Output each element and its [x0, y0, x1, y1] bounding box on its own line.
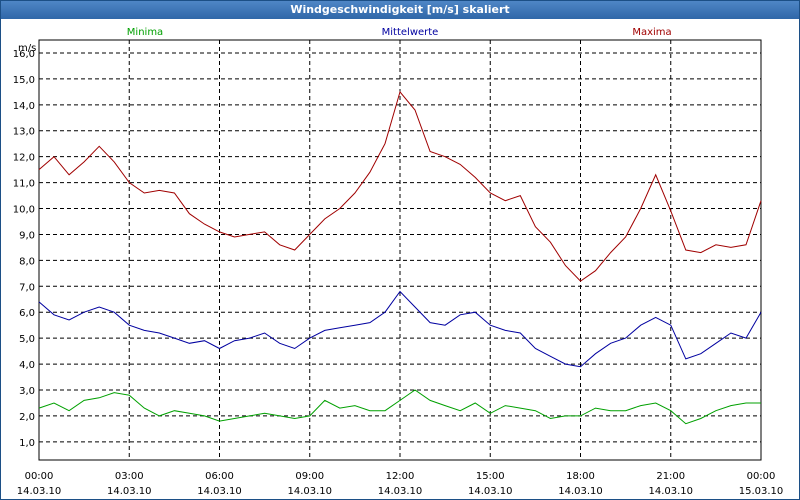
legend-mittelwerte: Mittelwerte — [382, 27, 439, 38]
legend-minima: Minima — [127, 27, 163, 38]
x-tick-time: 06:00 — [205, 471, 234, 482]
x-tick-date: 14.03.10 — [287, 486, 332, 497]
x-tick-date: 14.03.10 — [197, 486, 242, 497]
y-axis: 1,0 2,0 3,0 4,0 5,0 6,0 7,0 8,0 9,0 10,0 11,0 12,0 1… — [13, 49, 35, 449]
x-tick-time: 15:00 — [476, 471, 505, 482]
y-tick-label: 2,0 — [19, 412, 35, 423]
x-tick-date: 14.03.10 — [378, 486, 423, 497]
x-tick-date: 15.03.10 — [739, 486, 784, 497]
x-tick-time: 00:00 — [747, 471, 776, 482]
y-tick-label: 11,0 — [13, 179, 35, 190]
y-tick-label: 1,0 — [19, 438, 35, 449]
x-axis: 00:00 14.03.10 03:00 14.03.10 06:00 14.03.10 0… — [17, 471, 784, 497]
y-axis-unit-label: m/s — [18, 43, 36, 54]
y-tick-label: 6,0 — [19, 308, 35, 319]
y-tick-label: 9,0 — [19, 230, 35, 241]
y-tick-label: 12,0 — [13, 153, 35, 164]
x-tick-time: 21:00 — [656, 471, 685, 482]
x-tick-date: 14.03.10 — [17, 486, 62, 497]
y-tick-label: 14,0 — [13, 101, 35, 112]
x-tick-date: 14.03.10 — [648, 486, 693, 497]
grid — [39, 40, 761, 460]
y-tick-label: 13,0 — [13, 127, 35, 138]
x-tick-time: 00:00 — [25, 471, 54, 482]
x-tick-date: 14.03.10 — [107, 486, 152, 497]
y-tick-label: 7,0 — [19, 282, 35, 293]
legend: Minima Mittelwerte Maxima — [127, 27, 672, 38]
x-tick-date: 14.03.10 — [558, 486, 603, 497]
wind-speed-chart: 1,0 2,0 3,0 4,0 5,0 6,0 7,0 8,0 9,0 10,0 11,0 12,0 1… — [13, 27, 784, 497]
x-tick-time: 09:00 — [295, 471, 324, 482]
y-tick-label: 4,0 — [19, 360, 35, 371]
x-tick-time: 03:00 — [115, 471, 144, 482]
x-tick-time: 12:00 — [386, 471, 415, 482]
y-tick-label: 5,0 — [19, 334, 35, 345]
x-tick-time: 18:00 — [566, 471, 595, 482]
y-tick-label: 15,0 — [13, 75, 35, 86]
legend-maxima: Maxima — [632, 27, 671, 38]
y-tick-label: 8,0 — [19, 256, 35, 267]
x-tick-date: 14.03.10 — [468, 486, 513, 497]
y-tick-label: 3,0 — [19, 386, 35, 397]
y-tick-label: 10,0 — [13, 205, 35, 216]
